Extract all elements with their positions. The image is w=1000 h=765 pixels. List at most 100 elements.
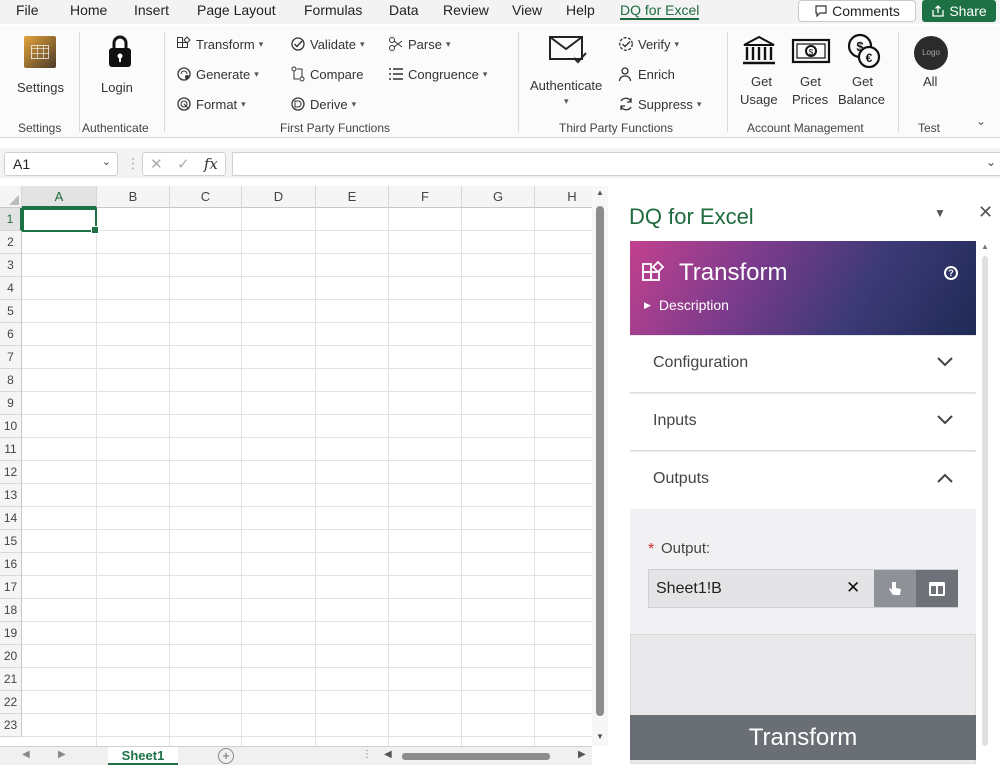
row-header[interactable]: 22: [0, 691, 22, 714]
settings-button[interactable]: Settings: [10, 32, 74, 102]
fx-icon[interactable]: fx: [204, 155, 218, 173]
share-button[interactable]: Share: [922, 0, 996, 22]
row-header[interactable]: 6: [0, 323, 22, 346]
menu-file[interactable]: File: [16, 2, 39, 18]
row-header[interactable]: 13: [0, 484, 22, 507]
scroll-down-icon[interactable]: ▼: [596, 732, 604, 741]
congruence-ribbon-button[interactable]: Congruence ▾: [388, 66, 487, 82]
vertical-scrollbar[interactable]: ▲ ▼: [592, 186, 608, 746]
pane-options-icon[interactable]: ▼: [934, 206, 946, 220]
name-box[interactable]: A1 ⌄: [4, 152, 118, 176]
scroll-up-icon[interactable]: ▲: [981, 242, 989, 251]
column-header[interactable]: E: [316, 186, 389, 208]
help-icon[interactable]: ?: [944, 266, 958, 280]
transform-ribbon-button[interactable]: Transform ▾: [176, 36, 263, 52]
row-header[interactable]: 9: [0, 392, 22, 415]
row-header[interactable]: 10: [0, 415, 22, 438]
row-header[interactable]: 11: [0, 438, 22, 461]
column-header[interactable]: F: [389, 186, 462, 208]
row-header[interactable]: 21: [0, 668, 22, 691]
format-ribbon-button[interactable]: Format ▾: [176, 96, 246, 112]
sheet-tab-sheet1[interactable]: Sheet1: [108, 747, 178, 765]
table-picker-button[interactable]: [916, 570, 958, 607]
parse-ribbon-button[interactable]: Parse ▾: [388, 36, 451, 52]
configuration-section[interactable]: Configuration: [630, 336, 976, 393]
column-header[interactable]: H: [535, 186, 592, 208]
row-header[interactable]: 23: [0, 714, 22, 737]
group-separator: [898, 32, 899, 132]
row-header[interactable]: 12: [0, 461, 22, 484]
enter-icon[interactable]: ✓: [177, 155, 190, 173]
row-header[interactable]: 16: [0, 553, 22, 576]
row-header[interactable]: 7: [0, 346, 22, 369]
verify-ribbon-button[interactable]: Verify ▾: [618, 36, 679, 52]
add-sheet-icon[interactable]: +: [218, 748, 234, 764]
get-usage-button[interactable]: Get Usage: [736, 30, 782, 114]
comments-button[interactable]: Comments: [798, 0, 916, 22]
spreadsheet-grid[interactable]: ABCDEFGH 1 2 3 4 5 6 7 8 9 10 11 12 13 14 15 16 17 18 19 20…: [0, 186, 592, 746]
menu-home[interactable]: Home: [70, 2, 107, 18]
description-toggle[interactable]: ▶ Description: [644, 297, 729, 313]
row-header[interactable]: 5: [0, 300, 22, 323]
pane-scrollbar[interactable]: ▲: [980, 242, 990, 762]
scrollbar-thumb[interactable]: [596, 206, 604, 716]
enrich-ribbon-button[interactable]: Enrich: [618, 66, 675, 82]
generate-ribbon-button[interactable]: Generate ▾: [176, 66, 259, 82]
row-header[interactable]: 20: [0, 645, 22, 668]
row-header[interactable]: 18: [0, 599, 22, 622]
ribbon-collapse-icon[interactable]: ⌄: [976, 114, 986, 128]
menu-page-layout[interactable]: Page Layout: [197, 2, 276, 18]
row-header[interactable]: 8: [0, 369, 22, 392]
derive-ribbon-button[interactable]: Derive ▾: [290, 96, 356, 112]
scroll-up-icon[interactable]: ▲: [596, 188, 604, 197]
menu-dq-for-excel[interactable]: DQ for Excel: [620, 2, 700, 20]
row-header[interactable]: 15: [0, 530, 22, 553]
scroll-left-icon[interactable]: ◀: [384, 749, 392, 760]
outputs-section[interactable]: Outputs: [630, 452, 976, 509]
row-header[interactable]: 17: [0, 576, 22, 599]
row-header[interactable]: 3: [0, 254, 22, 277]
get-balance-button[interactable]: $ € Get Balance: [836, 30, 890, 114]
scroll-right-icon[interactable]: ▶: [578, 749, 586, 760]
menu-formulas[interactable]: Formulas: [304, 2, 362, 18]
compare-ribbon-button[interactable]: Compare: [290, 66, 363, 82]
menu-help[interactable]: Help: [566, 2, 595, 18]
all-button[interactable]: Logo All: [908, 32, 954, 112]
validate-ribbon-button[interactable]: Validate ▾: [290, 36, 365, 52]
clear-icon[interactable]: ✕: [846, 578, 860, 598]
column-header[interactable]: G: [462, 186, 535, 208]
menu-data[interactable]: Data: [389, 2, 419, 18]
login-button[interactable]: Login: [90, 32, 150, 102]
inputs-section[interactable]: Inputs: [630, 394, 976, 451]
row-header[interactable]: 1: [0, 208, 22, 231]
row-header[interactable]: 14: [0, 507, 22, 530]
menu-review[interactable]: Review: [443, 2, 489, 18]
menu-insert[interactable]: Insert: [134, 2, 169, 18]
column-header[interactable]: C: [170, 186, 242, 208]
prev-sheet-icon[interactable]: ◀: [22, 749, 30, 760]
comments-label: Comments: [832, 3, 900, 19]
horizontal-scrollbar-thumb[interactable]: [402, 753, 550, 760]
select-all-corner[interactable]: [0, 186, 22, 208]
transform-action-button[interactable]: Transform: [630, 715, 976, 760]
row-header[interactable]: 19: [0, 622, 22, 645]
output-input[interactable]: Sheet1!B: [656, 580, 722, 598]
row-header[interactable]: 2: [0, 231, 22, 254]
column-header[interactable]: D: [242, 186, 316, 208]
column-header[interactable]: B: [97, 186, 170, 208]
select-range-button[interactable]: [874, 570, 916, 607]
selected-cell[interactable]: [22, 208, 99, 234]
cancel-icon[interactable]: ✕: [150, 155, 163, 173]
next-sheet-icon[interactable]: ▶: [58, 749, 66, 760]
grid-line: [22, 621, 592, 622]
expand-formula-icon[interactable]: ⌄: [986, 155, 996, 169]
row-header[interactable]: 4: [0, 277, 22, 300]
suppress-ribbon-button[interactable]: Suppress ▾: [618, 96, 701, 112]
close-icon[interactable]: ✕: [978, 202, 993, 223]
menu-view[interactable]: View: [512, 2, 542, 18]
formula-input[interactable]: ⌄: [232, 152, 1000, 176]
column-header[interactable]: A: [22, 186, 97, 208]
get-prices-button[interactable]: $ Get Prices: [788, 30, 834, 114]
authenticate-ribbon-button[interactable]: Authenticate ▾: [528, 30, 610, 110]
compare-icon: [291, 66, 305, 82]
